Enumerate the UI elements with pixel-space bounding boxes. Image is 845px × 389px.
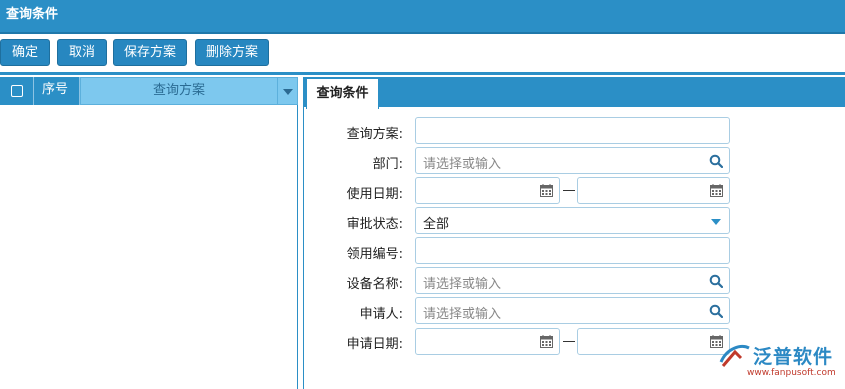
chevron-down-icon[interactable] (711, 219, 721, 225)
apply-date-separator (563, 341, 575, 342)
requisition-no-input[interactable] (415, 237, 730, 264)
tab-strip (303, 77, 845, 107)
toolbar: 确定 取消 保存方案 删除方案 (0, 36, 845, 70)
column-header-seq[interactable]: 序号 (34, 77, 80, 105)
tab-query-conditions[interactable]: 查询条件 (306, 78, 379, 109)
calendar-icon[interactable] (710, 184, 723, 197)
plan-grid-body (0, 105, 298, 389)
title-divider (0, 32, 845, 34)
apply-date-end-input[interactable] (577, 328, 730, 355)
search-icon[interactable] (709, 274, 723, 288)
checkbox-icon (11, 85, 23, 97)
select-all-checkbox[interactable] (0, 77, 34, 105)
calendar-icon[interactable] (540, 184, 553, 197)
window-title: 查询条件 (0, 0, 845, 32)
section-divider (0, 72, 845, 75)
delete-plan-button[interactable]: 删除方案 (195, 39, 269, 66)
device-name-placeholder: 请选择或输入 (423, 277, 502, 292)
applicant-input[interactable]: 请选择或输入 (415, 297, 730, 324)
apply-date-start-input[interactable] (415, 328, 560, 355)
cancel-button[interactable]: 取消 (57, 39, 107, 66)
logo-url: www.fanpusoft.com (747, 368, 836, 378)
requisition-no-label: 领用编号: (346, 247, 403, 262)
query-plan-input[interactable] (415, 117, 730, 144)
department-label: 部门: (372, 157, 403, 172)
search-icon[interactable] (709, 154, 723, 168)
search-icon[interactable] (709, 304, 723, 318)
plan-grid-header: 序号 查询方案 (0, 77, 298, 105)
approval-status-label: 审批状态: (346, 217, 403, 232)
use-date-start-input[interactable] (415, 177, 560, 204)
use-date-label: 使用日期: (346, 187, 403, 202)
department-placeholder: 请选择或输入 (423, 157, 502, 172)
logo-text: 泛普软件 (753, 346, 834, 368)
save-plan-button[interactable]: 保存方案 (113, 39, 187, 66)
confirm-button[interactable]: 确定 (0, 39, 50, 66)
column-menu-button[interactable] (278, 77, 298, 105)
device-name-label: 设备名称: (346, 277, 403, 292)
use-date-separator (563, 190, 575, 191)
logo-icon (719, 345, 750, 367)
column-header-plan[interactable]: 查询方案 (80, 77, 278, 105)
device-name-input[interactable]: 请选择或输入 (415, 267, 730, 294)
triangle-down-icon (283, 89, 293, 95)
approval-status-select[interactable]: 全部 (415, 207, 730, 234)
approval-status-value: 全部 (423, 217, 450, 232)
fanpusoft-logo: 泛普软件 www.fanpusoft.com (717, 338, 845, 384)
applicant-placeholder: 请选择或输入 (423, 307, 502, 322)
calendar-icon[interactable] (540, 335, 553, 348)
query-plan-label: 查询方案: (346, 127, 403, 142)
department-input[interactable]: 请选择或输入 (415, 147, 730, 174)
applicant-label: 申请人: (359, 307, 403, 322)
apply-date-label: 申请日期: (346, 337, 403, 352)
use-date-end-input[interactable] (577, 177, 730, 204)
